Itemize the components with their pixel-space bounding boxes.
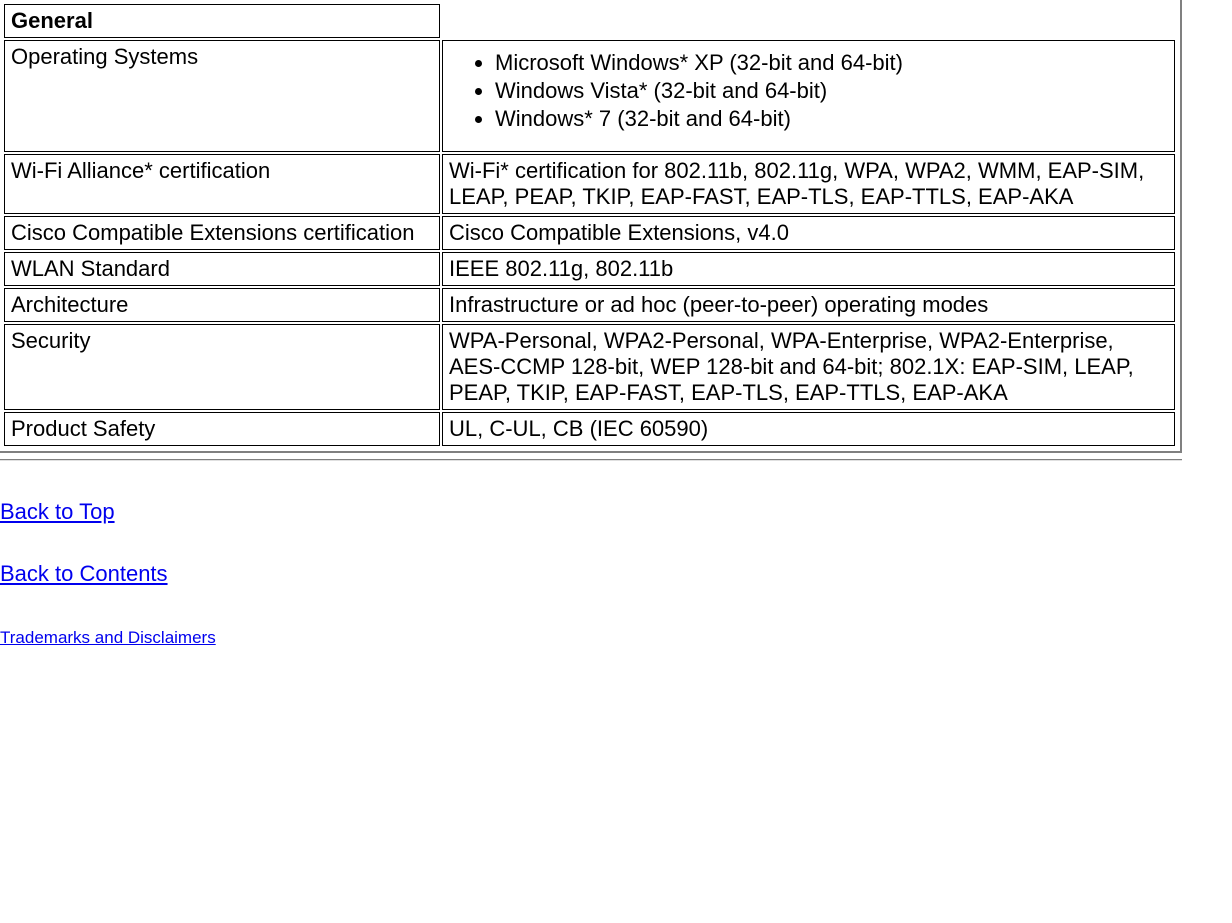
- operating-systems-label: Operating Systems: [4, 40, 440, 152]
- trademarks-link[interactable]: Trademarks and Disclaimers: [0, 628, 216, 648]
- list-item: Microsoft Windows* XP (32-bit and 64-bit…: [495, 50, 1168, 76]
- table-row: Operating Systems Microsoft Windows* XP …: [4, 40, 1175, 152]
- os-list: Microsoft Windows* XP (32-bit and 64-bit…: [449, 50, 1168, 132]
- specifications-table: General Operating Systems Microsoft Wind…: [2, 2, 1177, 448]
- table-row: Wi-Fi Alliance* certification Wi-Fi* cer…: [4, 154, 1175, 214]
- table-row: Security WPA-Personal, WPA2-Personal, WP…: [4, 324, 1175, 410]
- security-label: Security: [4, 324, 440, 410]
- product-safety-value: UL, C-UL, CB (IEC 60590): [442, 412, 1175, 446]
- list-item: Windows* 7 (32-bit and 64-bit): [495, 106, 1168, 132]
- architecture-value: Infrastructure or ad hoc (peer-to-peer) …: [442, 288, 1175, 322]
- back-to-contents-link[interactable]: Back to Contents: [0, 561, 168, 587]
- product-safety-label: Product Safety: [4, 412, 440, 446]
- architecture-label: Architecture: [4, 288, 440, 322]
- table-container: General Operating Systems Microsoft Wind…: [0, 0, 1182, 453]
- general-header: General: [4, 4, 440, 38]
- wlan-standard-value: IEEE 802.11g, 802.11b: [442, 252, 1175, 286]
- wifi-alliance-label: Wi-Fi Alliance* certification: [4, 154, 440, 214]
- cisco-value: Cisco Compatible Extensions, v4.0: [442, 216, 1175, 250]
- security-value: WPA-Personal, WPA2-Personal, WPA-Enterpr…: [442, 324, 1175, 410]
- back-to-top-link[interactable]: Back to Top: [0, 499, 115, 525]
- empty-header-cell: [442, 4, 1175, 38]
- table-row: WLAN Standard IEEE 802.11g, 802.11b: [4, 252, 1175, 286]
- wifi-alliance-value: Wi-Fi* certification for 802.11b, 802.11…: [442, 154, 1175, 214]
- table-header-row: General: [4, 4, 1175, 38]
- table-row: Architecture Infrastructure or ad hoc (p…: [4, 288, 1175, 322]
- horizontal-divider: [0, 459, 1182, 461]
- operating-systems-value: Microsoft Windows* XP (32-bit and 64-bit…: [442, 40, 1175, 152]
- cisco-label: Cisco Compatible Extensions certificatio…: [4, 216, 440, 250]
- list-item: Windows Vista* (32-bit and 64-bit): [495, 78, 1168, 104]
- links-section: Back to Top Back to Contents Trademarks …: [0, 481, 1232, 649]
- table-row: Cisco Compatible Extensions certificatio…: [4, 216, 1175, 250]
- table-row: Product Safety UL, C-UL, CB (IEC 60590): [4, 412, 1175, 446]
- wlan-standard-label: WLAN Standard: [4, 252, 440, 286]
